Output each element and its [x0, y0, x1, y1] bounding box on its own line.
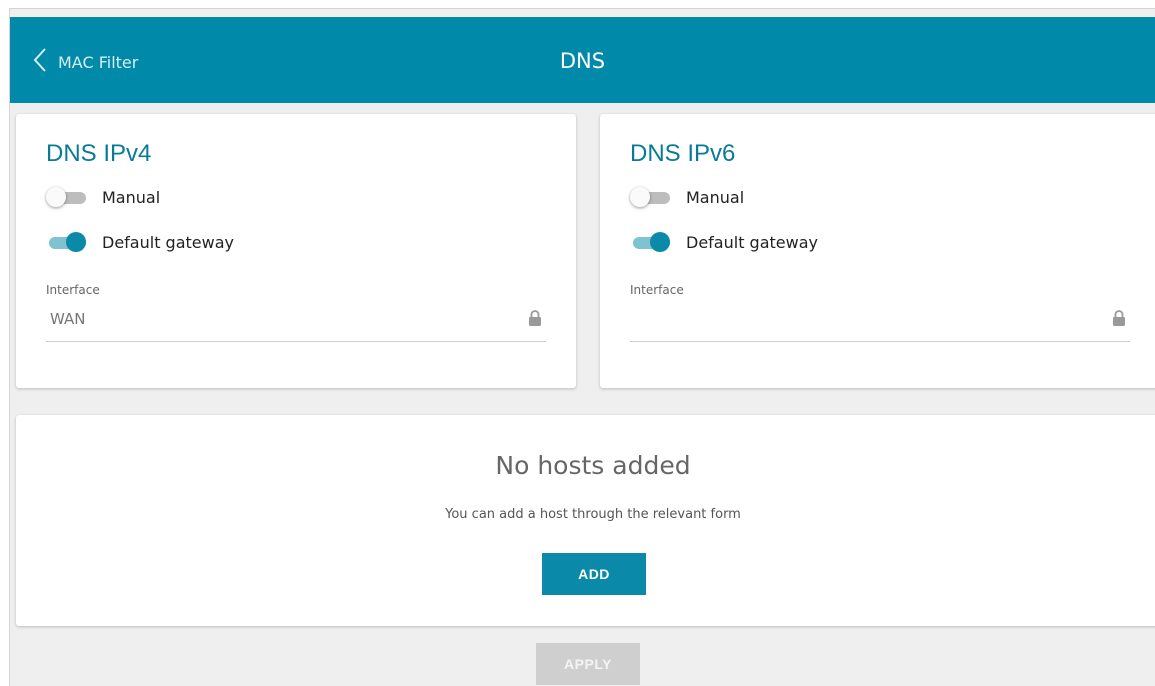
- ipv6-manual-label: Manual: [686, 187, 745, 207]
- lock-icon: [528, 309, 542, 327]
- ipv6-default-gateway-switch[interactable]: [630, 232, 670, 252]
- ipv4-interface-field: WAN: [46, 304, 546, 342]
- ipv6-default-gateway-toggle-row[interactable]: Default gateway: [630, 232, 818, 252]
- ipv6-interface-field: [630, 304, 1130, 342]
- switch-knob: [66, 232, 86, 252]
- ipv4-interface-value: WAN: [50, 310, 86, 328]
- ipv6-default-gateway-label: Default gateway: [686, 232, 818, 252]
- page-title: DNS: [559, 49, 606, 73]
- ipv4-interface-label: Interface: [46, 283, 100, 297]
- ipv4-default-gateway-toggle-row[interactable]: Default gateway: [46, 232, 234, 252]
- dns-ipv4-title: DNS IPv4: [46, 140, 152, 167]
- ipv4-manual-toggle-row[interactable]: Manual: [46, 187, 160, 207]
- hosts-empty-subtitle: You can add a host through the relevant …: [445, 507, 741, 522]
- page-header: MAC Filter DNS: [10, 17, 1155, 103]
- ipv4-default-gateway-label: Default gateway: [102, 232, 234, 252]
- switch-knob: [630, 187, 650, 207]
- ipv4-default-gateway-switch[interactable]: [46, 232, 86, 252]
- ipv6-manual-toggle-row[interactable]: Manual: [630, 187, 744, 207]
- ipv4-manual-switch[interactable]: [46, 187, 86, 207]
- page-frame: MAC Filter DNS DNS IPv4 Manual Default g…: [9, 8, 1155, 686]
- ipv4-manual-label: Manual: [102, 187, 161, 207]
- switch-knob: [46, 187, 66, 207]
- ipv6-interface-label: Interface: [630, 283, 684, 297]
- hosts-card: No hosts added You can add a host throug…: [16, 415, 1155, 626]
- ipv6-manual-switch[interactable]: [630, 187, 670, 207]
- hosts-empty-title: No hosts added: [495, 451, 691, 480]
- dns-ipv4-card: DNS IPv4 Manual Default gateway Interfac…: [16, 114, 576, 388]
- apply-button[interactable]: APPLY: [536, 643, 640, 685]
- dns-ipv6-title: DNS IPv6: [630, 140, 736, 167]
- lock-icon: [1112, 309, 1126, 327]
- switch-knob: [650, 232, 670, 252]
- dns-ipv6-card: DNS IPv6 Manual Default gateway Interfac…: [600, 114, 1155, 388]
- add-host-button[interactable]: ADD: [542, 553, 646, 595]
